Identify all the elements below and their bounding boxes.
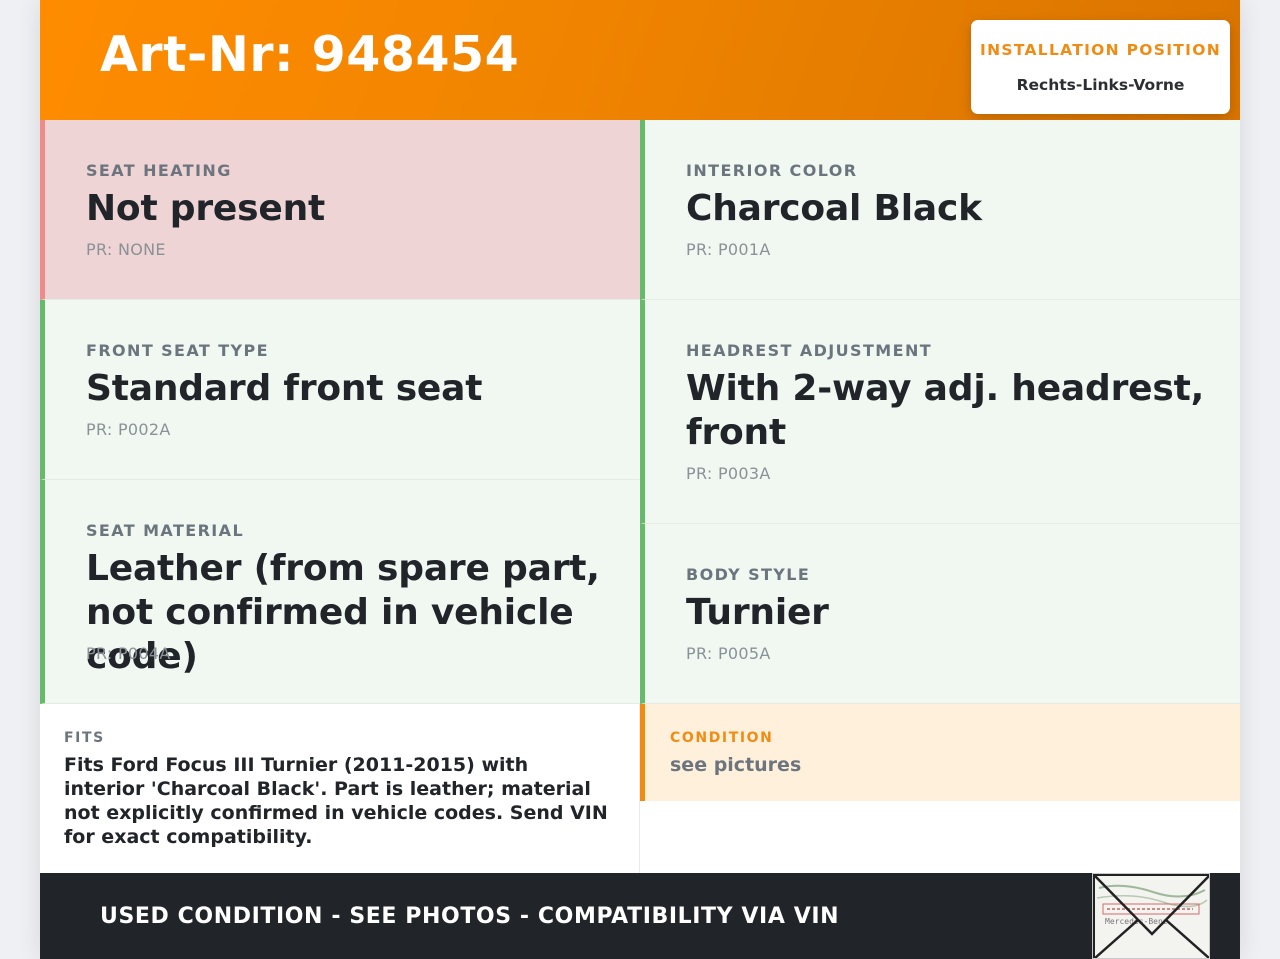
document-photo-icon: Mercedes-Benz xyxy=(1093,874,1209,958)
attribute-value: Not present xyxy=(86,188,326,229)
attribute-front-seat-type: FRONT SEAT TYPE Standard front seat PR: … xyxy=(40,300,640,480)
article-number-title: Art-Nr: 948454 xyxy=(100,26,520,83)
attribute-label: FRONT SEAT TYPE xyxy=(86,341,269,360)
document-photo-thumbnail[interactable]: Mercedes-Benz xyxy=(1092,873,1210,959)
condition-label: CONDITION xyxy=(670,730,774,746)
fits-section: FITS Fits Ford Focus III Turnier (2011-2… xyxy=(40,704,640,873)
attribute-body-style: BODY STYLE Turnier PR: P005A xyxy=(640,524,1240,704)
attribute-pr-code: PR: P005A xyxy=(686,644,771,663)
attribute-value: Standard front seat xyxy=(86,368,483,409)
condition-value: see pictures xyxy=(670,754,802,776)
attribute-seat-material: SEAT MATERIAL Leather (from spare part, … xyxy=(40,480,640,704)
fits-label: FITS xyxy=(64,730,105,746)
header-banner: Art-Nr: 948454 INSTALLATION POSITION Rec… xyxy=(40,0,1240,120)
attribute-value: Turnier xyxy=(686,592,829,633)
product-card: Art-Nr: 948454 INSTALLATION POSITION Rec… xyxy=(40,0,1240,959)
attribute-pr-code: PR: P001A xyxy=(686,240,771,259)
installation-position-value: Rechts-Links-Vorne xyxy=(1016,76,1185,94)
attribute-pr-code: PR: P004A xyxy=(86,644,171,663)
attribute-seat-heating: SEAT HEATING Not present PR: NONE xyxy=(40,120,640,300)
condition-section: CONDITION see pictures xyxy=(640,704,1240,801)
installation-position-label: INSTALLATION POSITION xyxy=(980,41,1221,59)
attribute-label: BODY STYLE xyxy=(686,565,811,584)
attribute-pr-code: PR: NONE xyxy=(86,240,166,259)
attribute-label: SEAT HEATING xyxy=(86,161,232,180)
attribute-label: SEAT MATERIAL xyxy=(86,521,245,540)
attribute-value: With 2-way adj. headrest, front xyxy=(686,368,1205,453)
installation-position-box: INSTALLATION POSITION Rechts-Links-Vorne xyxy=(971,20,1230,114)
attribute-pr-code: PR: P003A xyxy=(686,464,771,483)
attribute-label: INTERIOR COLOR xyxy=(686,161,858,180)
attribute-label: HEADREST ADJUSTMENT xyxy=(686,341,933,360)
attribute-interior-color: INTERIOR COLOR Charcoal Black PR: P001A xyxy=(640,120,1240,300)
footer-bar: USED CONDITION - SEE PHOTOS - COMPATIBIL… xyxy=(40,873,1240,959)
fits-description: Fits Ford Focus III Turnier (2011-2015) … xyxy=(64,754,608,848)
attribute-pr-code: PR: P002A xyxy=(86,420,171,439)
attribute-value: Charcoal Black xyxy=(686,188,982,229)
attribute-headrest-adjustment: HEADREST ADJUSTMENT With 2-way adj. head… xyxy=(640,300,1240,524)
footer-notice: USED CONDITION - SEE PHOTOS - COMPATIBIL… xyxy=(100,904,840,929)
